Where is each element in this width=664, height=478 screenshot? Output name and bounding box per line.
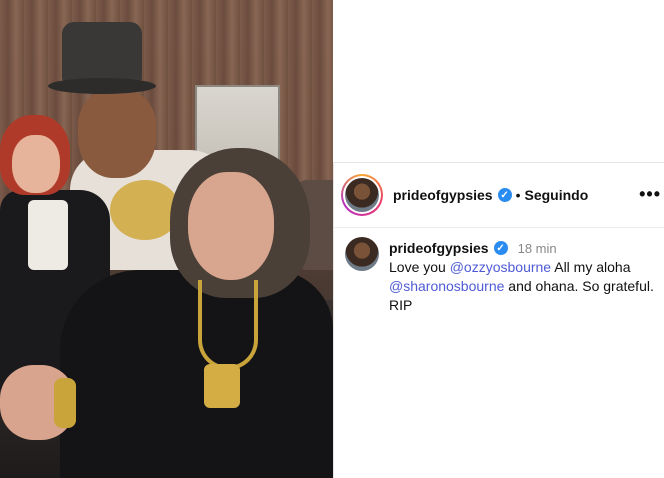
header-divider-top bbox=[333, 162, 664, 163]
post-panel: prideofgypsies ✓ • Seguindo ••• prideofg… bbox=[333, 0, 664, 478]
story-avatar[interactable] bbox=[341, 174, 383, 216]
comment-username[interactable]: prideofgypsies bbox=[389, 240, 489, 256]
gold-pendant bbox=[204, 364, 240, 408]
mention-link[interactable]: @ozzyosbourne bbox=[450, 259, 551, 275]
header-divider-bottom bbox=[333, 227, 664, 228]
avatar bbox=[345, 178, 379, 212]
gold-chain bbox=[198, 280, 258, 370]
woman-face bbox=[12, 135, 60, 193]
verified-check-icon: ✓ bbox=[493, 241, 508, 255]
header-username[interactable]: prideofgypsies bbox=[393, 187, 493, 203]
woman-shirt bbox=[28, 200, 68, 270]
comment-timestamp: 18 min bbox=[517, 240, 557, 256]
post-photo[interactable] bbox=[0, 0, 333, 478]
verified-check-icon: ✓ bbox=[497, 188, 512, 202]
comment-avatar[interactable] bbox=[345, 237, 379, 271]
following-button[interactable]: Seguindo bbox=[525, 187, 589, 203]
panel-border bbox=[333, 162, 334, 478]
post-header: prideofgypsies ✓ • Seguindo ••• bbox=[341, 172, 661, 218]
seated-man-face bbox=[188, 172, 274, 280]
hat-brim bbox=[48, 78, 156, 94]
hat-crown bbox=[62, 22, 142, 82]
seated-man-body bbox=[60, 270, 333, 478]
more-options-icon[interactable]: ••• bbox=[639, 184, 661, 205]
mention-link[interactable]: @sharonosbourne bbox=[389, 278, 504, 294]
caption-text: Love you @ozzyosbourne All my aloha @sha… bbox=[389, 259, 654, 313]
man-face bbox=[78, 90, 156, 178]
caption-comment: prideofgypsies ✓ 18 min Love you @ozzyos… bbox=[345, 237, 655, 315]
gold-bracelet bbox=[54, 378, 76, 428]
header-separator: • bbox=[515, 187, 521, 203]
